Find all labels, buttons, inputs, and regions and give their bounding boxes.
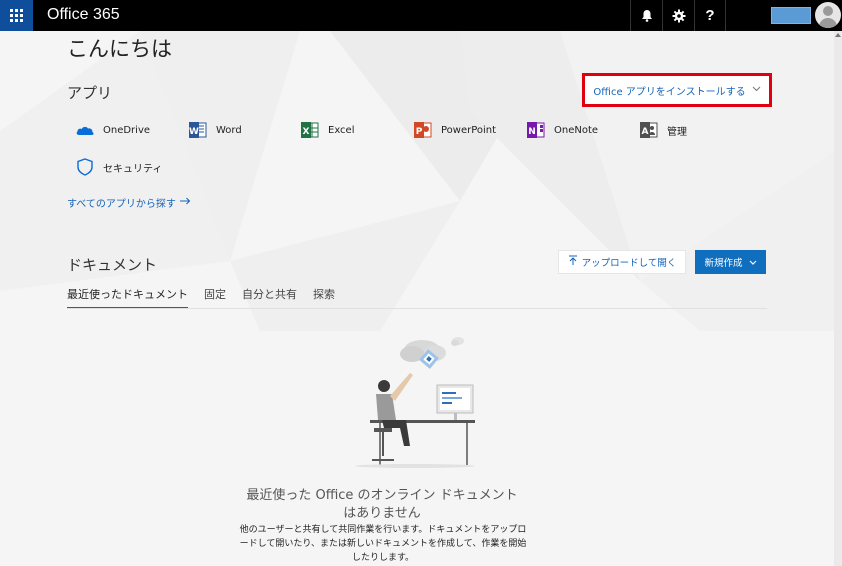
app-word[interactable]: W Word [188,121,242,139]
excel-icon: X [300,121,320,139]
onenote-icon: N [526,121,546,139]
svg-text:X: X [303,127,310,137]
scroll-up-icon[interactable] [835,33,841,37]
powerpoint-icon: P [413,121,433,139]
empty-state-title: 最近使った Office のオンライン ドキュメントはありません [246,488,518,521]
app-title[interactable]: Office 365 [47,6,120,24]
upload-label: アップロードして開く [581,258,677,269]
top-bar: Office 365 ? [0,0,842,31]
app-label: OneDrive [103,124,151,136]
app-label: 管理 [667,126,687,138]
shield-icon [75,158,95,176]
arrow-right-icon [179,197,191,208]
help-icon[interactable]: ? [694,0,726,31]
chevron-down-icon [752,85,761,95]
app-onedrive[interactable]: OneDrive [75,121,150,139]
upload-icon [568,255,578,269]
svg-text:A: A [642,127,649,137]
app-label: PowerPoint [441,124,497,136]
tab-discover[interactable]: 探索 [313,286,335,309]
all-apps-label: すべてのアプリから探す [67,199,176,210]
install-highlight: Office アプリをインストールする [582,73,772,107]
svg-text:W: W [189,127,199,137]
word-icon: W [188,121,208,139]
admin-icon: A [639,121,659,139]
gear-icon[interactable] [662,0,694,31]
bell-icon[interactable] [630,0,662,31]
app-admin[interactable]: A 管理 [639,121,687,139]
app-excel[interactable]: X Excel [300,121,355,139]
app-label: OneNote [554,124,599,136]
tab-recent[interactable]: 最近使ったドキュメント [67,286,188,309]
avatar[interactable] [815,2,841,28]
all-apps-link[interactable]: すべてのアプリから探す [67,195,191,210]
tabs-divider [67,308,767,309]
svg-text:P: P [416,127,423,137]
app-label: Word [216,124,242,136]
user-name-box[interactable] [771,7,811,24]
chevron-down-icon [749,257,757,268]
documents-heading: ドキュメント [67,256,158,274]
app-label: セキュリティ [103,163,163,175]
new-label: 新規作成 [704,258,743,269]
install-office-label: Office アプリをインストールする [593,86,746,98]
app-powerpoint[interactable]: P PowerPoint [413,121,496,139]
install-office-button[interactable]: Office アプリをインストールする [593,83,760,98]
empty-state-illustration [355,337,475,468]
waffle-icon[interactable] [0,0,33,31]
upload-open-button[interactable]: アップロードして開く [558,250,686,274]
svg-text:N: N [528,127,536,137]
apps-heading: アプリ [67,84,113,102]
tab-shared[interactable]: 自分と共有 [242,286,297,309]
tab-pinned[interactable]: 固定 [204,286,226,309]
app-label: Excel [328,124,355,136]
app-security[interactable]: セキュリティ [75,158,162,176]
empty-state-subtitle: 他のユーザーと共有して共同作業を行います。ドキュメントをアップロードして開いたり… [239,525,527,563]
page-title: こんにちは [67,37,172,61]
new-document-button[interactable]: 新規作成 [695,250,766,274]
app-onenote[interactable]: N OneNote [526,121,598,139]
onedrive-icon [75,121,95,139]
vertical-scrollbar[interactable] [834,31,842,566]
documents-tabs: 最近使ったドキュメント 固定 自分と共有 探索 [67,286,335,309]
